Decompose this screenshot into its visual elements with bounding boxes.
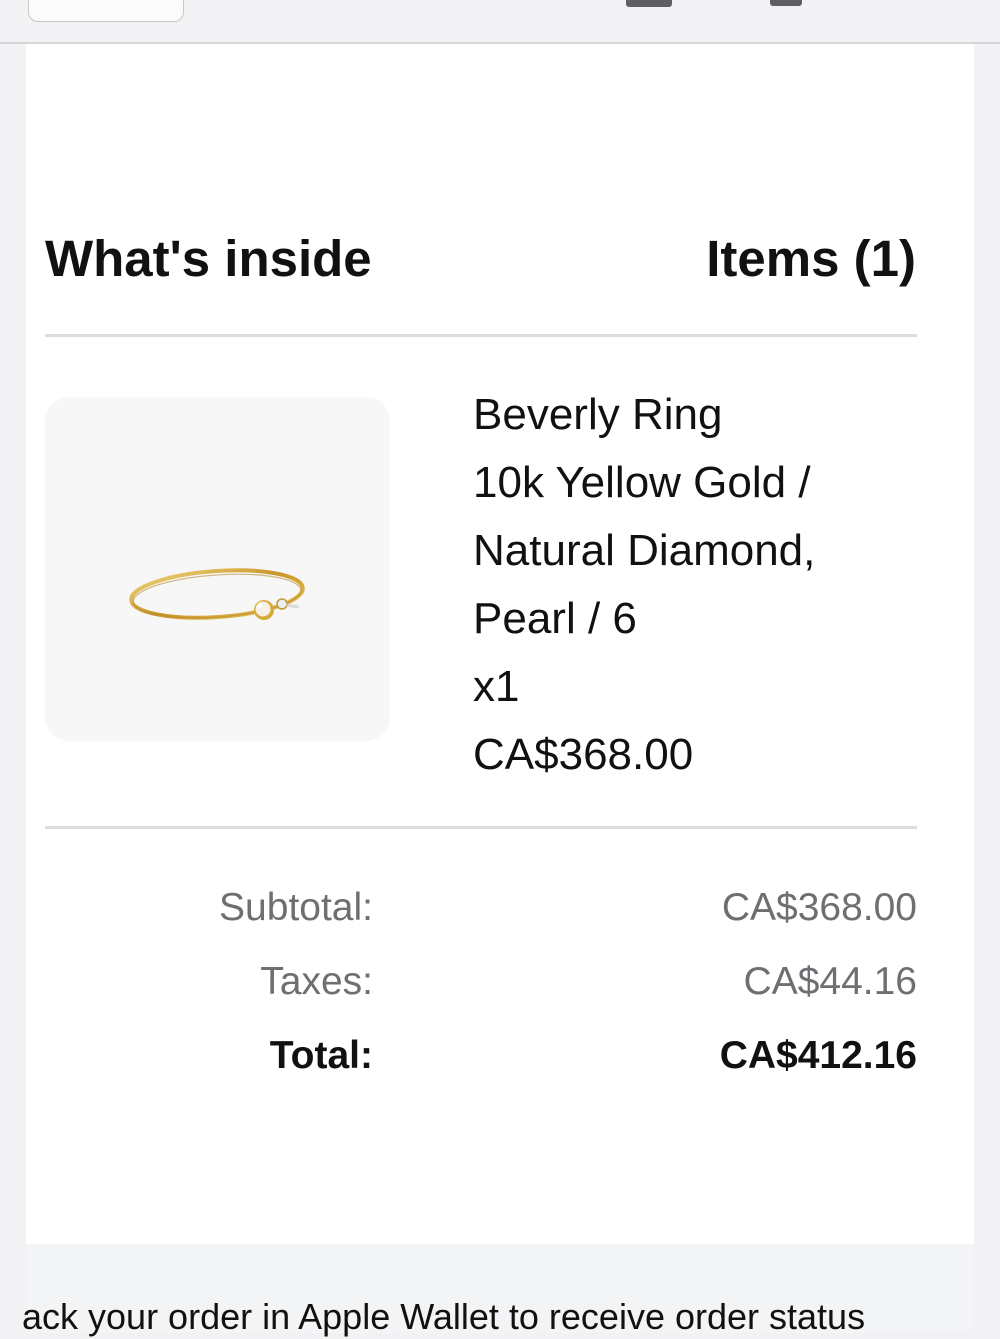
total-label: Total: [269, 1034, 373, 1077]
product-details: Beverly Ring 10k Yellow Gold / Natural D… [473, 381, 913, 789]
subtotal-label: Subtotal: [219, 886, 373, 929]
product-image[interactable] [45, 397, 390, 741]
total-row: Total: CA$412.16 [45, 1031, 917, 1081]
ring-image [129, 568, 305, 620]
product-price: CA$368.00 [473, 730, 694, 779]
product-name[interactable]: Beverly Ring [473, 381, 913, 449]
subtotal-row: Subtotal: CA$368.00 [45, 883, 917, 933]
taxes-value: CA$44.16 [743, 960, 917, 1003]
divider-top [45, 334, 917, 337]
tabs-icon[interactable] [770, 0, 802, 6]
browser-toolbar [0, 0, 1000, 44]
product-variant-line: Pearl / 6 [473, 594, 637, 643]
total-value: CA$412.16 [719, 1034, 917, 1077]
product-quantity: x1 [473, 662, 520, 711]
divider-bottom [45, 826, 917, 829]
back-button[interactable] [28, 0, 184, 22]
subtotal-value: CA$368.00 [721, 886, 917, 929]
taxes-label: Taxes: [260, 960, 373, 1003]
section-title: What's inside [45, 230, 372, 287]
product-variant-line: Natural Diamond, [473, 526, 816, 575]
taxes-row: Taxes: CA$44.16 [45, 957, 917, 1007]
apple-wallet-text[interactable]: ack your order in Apple Wallet to receiv… [22, 1295, 1000, 1339]
product-variant-line: 10k Yellow Gold / [473, 458, 811, 507]
items-count: Items (1) [706, 230, 916, 287]
share-icon[interactable] [626, 0, 672, 7]
